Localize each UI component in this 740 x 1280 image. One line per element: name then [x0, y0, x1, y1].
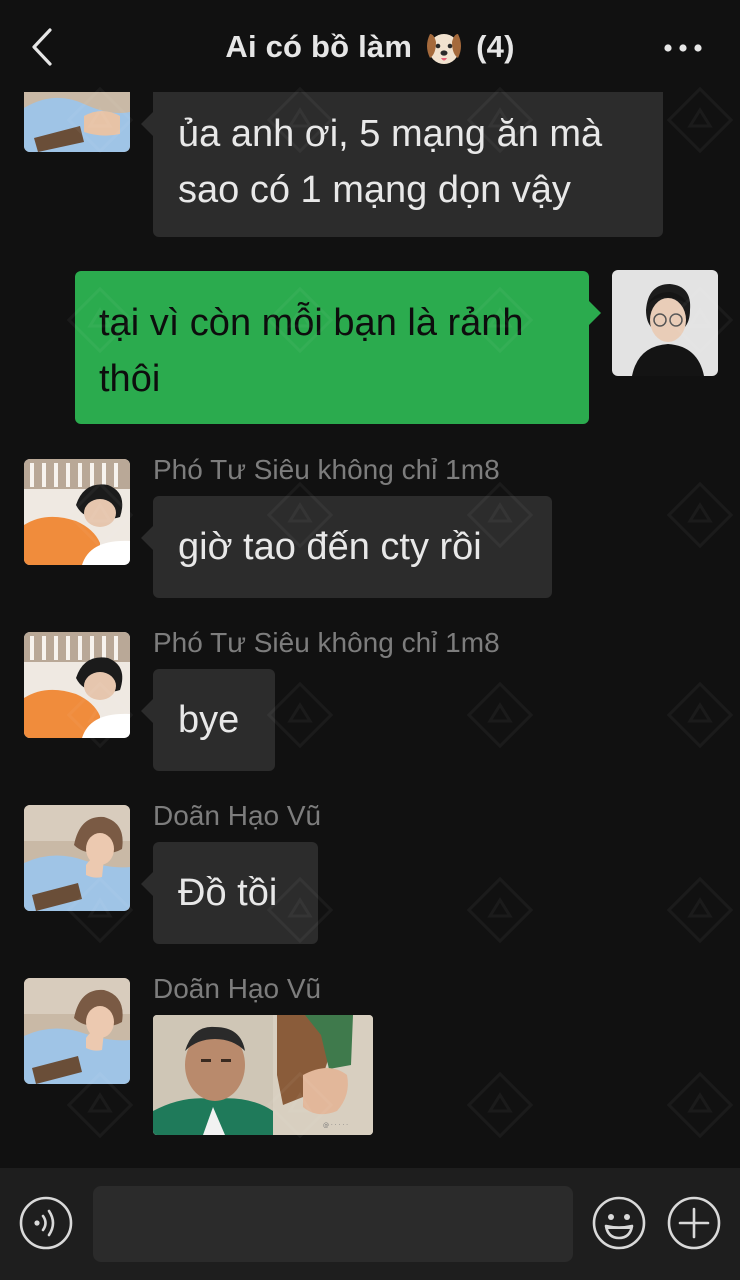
chat-title-text: Ai có bồ làm: [225, 29, 413, 64]
message-text-line: sao có 1 mạng dọn vậy: [178, 169, 571, 211]
message-bubble[interactable]: ủa anh ơi, 5 mạng ăn mà sao có 1 mạng dọ…: [141, 82, 663, 237]
message-bubble[interactable]: giờ tao đến cty rồi: [141, 496, 552, 598]
chat-screen: ủa anh ơi, 5 mạng ăn mà sao có 1 mạng dọ…: [0, 0, 740, 1280]
emoji-button[interactable]: [591, 1195, 647, 1251]
more-options-button[interactable]: [658, 28, 708, 68]
more-dots-icon: [664, 44, 702, 52]
avatar[interactable]: [24, 978, 130, 1084]
avatar[interactable]: [24, 805, 130, 911]
sender-name: Phó Tư Siêu không chỉ 1m8: [153, 627, 500, 658]
message-input[interactable]: [93, 1186, 573, 1262]
message-bubble[interactable]: bye: [141, 669, 275, 771]
avatar[interactable]: [24, 459, 130, 565]
message-bubble[interactable]: Đồ tồi: [141, 842, 318, 944]
avatar[interactable]: [24, 632, 130, 738]
chevron-left-icon: [32, 28, 52, 66]
message-list[interactable]: ủa anh ơi, 5 mạng ăn mà sao có 1 mạng dọ…: [0, 0, 740, 1168]
chat-header: Ai có bồ làm (4): [0, 0, 740, 92]
message-text-line: giờ tao đến cty rồi: [178, 526, 482, 568]
message-text-line: ủa anh ơi, 5 mạng ăn mà: [178, 113, 603, 155]
input-bar: [0, 1168, 740, 1280]
message-text-line: Đồ tồi: [178, 872, 278, 914]
back-button[interactable]: [22, 22, 62, 72]
plus-icon: [667, 1196, 721, 1250]
message-text-line: bye: [178, 699, 240, 741]
more-actions-button[interactable]: [666, 1195, 722, 1251]
message-text-line: thôi: [99, 358, 161, 400]
own-avatar[interactable]: [612, 270, 718, 376]
sender-name: Doãn Hạo Vũ: [153, 973, 322, 1004]
voice-button[interactable]: [18, 1195, 74, 1251]
dog-face-emoji: [424, 28, 464, 66]
smiley-icon: [592, 1196, 646, 1250]
own-message-bubble[interactable]: tại vì còn mỗi bạn là rảnh thôi: [75, 271, 601, 424]
voice-icon: [19, 1196, 73, 1250]
sender-name: Doãn Hạo Vũ: [153, 800, 322, 831]
image-message[interactable]: @ · · · · ·: [153, 1015, 373, 1135]
sender-name: Phó Tư Siêu không chỉ 1m8: [153, 454, 500, 485]
member-count: (4): [476, 29, 515, 64]
message-text-line: tại vì còn mỗi bạn là rảnh: [99, 302, 524, 344]
chat-title: Ai có bồ làm (4): [120, 22, 620, 72]
svg-text:@ · · · · ·: @ · · · · ·: [323, 1122, 348, 1129]
